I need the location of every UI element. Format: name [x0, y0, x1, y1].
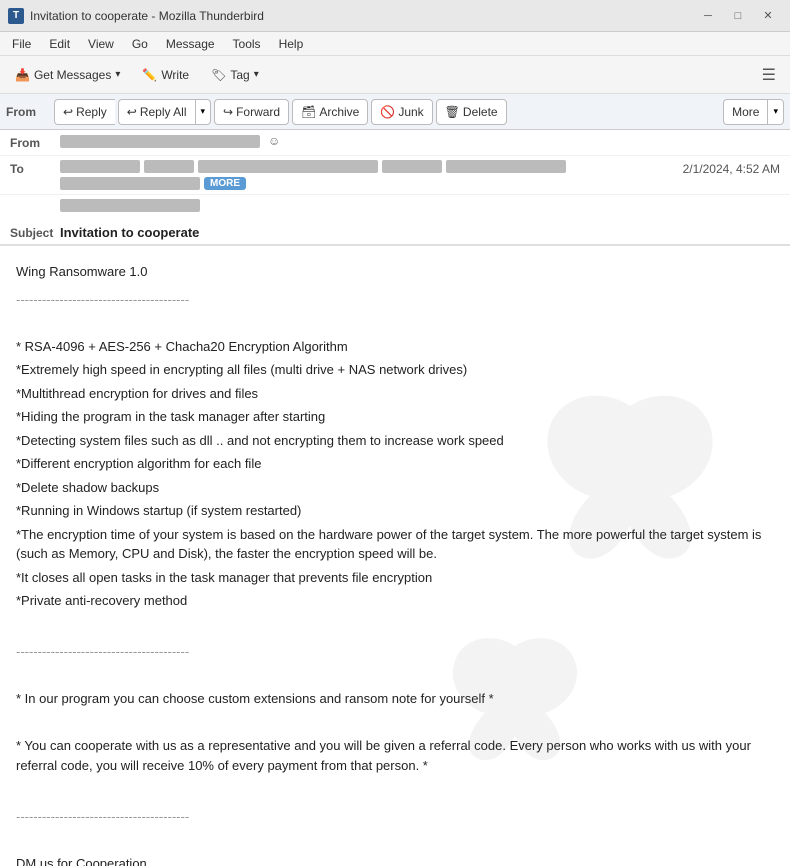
to-field-label: To	[10, 160, 60, 176]
delete-button[interactable]: 🗑 Delete	[436, 99, 507, 125]
to-email-overflow	[60, 199, 200, 212]
email-date: 2/1/2024, 4:52 AM	[683, 160, 780, 176]
main-toolbar: 📥 Get Messages ▾ ✏️ Write 🏷 Tag ▾ ☰	[0, 56, 790, 94]
empty-line-6	[16, 830, 774, 850]
close-button[interactable]: ✕	[754, 5, 782, 27]
more-chevron-icon: ▾	[773, 106, 778, 117]
contact-icon[interactable]: ☺	[268, 134, 280, 148]
feature-3: *Hiding the program in the task manager …	[16, 407, 774, 427]
empty-line-4	[16, 713, 774, 733]
from-value: ☺	[60, 134, 780, 148]
menu-go[interactable]: Go	[124, 35, 156, 53]
feature-9: *It closes all open tasks in the task ma…	[16, 568, 774, 588]
more-button[interactable]: More	[723, 99, 767, 125]
write-icon: ✏️	[142, 68, 157, 82]
menu-view[interactable]: View	[80, 35, 122, 53]
divider-2: ----------------------------------------	[16, 642, 774, 662]
tag-button[interactable]: 🏷 Tag ▾	[202, 61, 268, 89]
tag-icon: 🏷	[211, 68, 226, 82]
divider-1: ----------------------------------------	[16, 290, 774, 310]
titlebar: T Invitation to cooperate - Mozilla Thun…	[0, 0, 790, 32]
maximize-button[interactable]: □	[724, 5, 752, 27]
reply-all-dropdown[interactable]: ▾	[195, 99, 212, 125]
titlebar-left: T Invitation to cooperate - Mozilla Thun…	[8, 8, 264, 24]
menu-message[interactable]: Message	[158, 35, 223, 53]
hamburger-menu-button[interactable]: ☰	[754, 61, 784, 89]
chevron-down-icon: ▾	[201, 106, 206, 117]
feature-10: *Private anti-recovery method	[16, 591, 774, 611]
to-overflow-row	[0, 195, 790, 221]
reply-button[interactable]: ↩ Reply	[54, 99, 115, 125]
feature-1: *Extremely high speed in encrypting all …	[16, 360, 774, 380]
subject-value: Invitation to cooperate	[60, 225, 199, 240]
from-email-blurred	[60, 135, 260, 148]
write-button[interactable]: ✏️ Write	[133, 61, 198, 89]
window-controls: ─ □ ✕	[694, 5, 782, 27]
window-title: Invitation to cooperate - Mozilla Thunde…	[30, 9, 264, 23]
from-label: From	[6, 105, 51, 119]
note-2: * You can cooperate with us as a represe…	[16, 736, 774, 775]
email-header: From ☺ To MORE 2/1/2024, 4:52 AM Subject…	[0, 130, 790, 246]
reply-all-button[interactable]: ↩ Reply All	[118, 99, 195, 125]
get-messages-button[interactable]: 📥 Get Messages ▾	[6, 61, 129, 89]
to-email-6	[60, 177, 200, 190]
forward-button[interactable]: ↪ Forward	[214, 99, 289, 125]
feature-6: *Delete shadow backups	[16, 478, 774, 498]
archive-button[interactable]: 🗃 Archive	[292, 99, 368, 125]
menu-tools[interactable]: Tools	[225, 35, 269, 53]
to-email-2	[144, 160, 194, 173]
app-icon: T	[8, 8, 24, 24]
more-recipients-badge[interactable]: MORE	[204, 177, 246, 190]
forward-icon: ↪	[223, 105, 233, 119]
to-email-4	[382, 160, 442, 173]
reply-all-button-group: ↩ Reply All ▾	[118, 99, 211, 125]
menu-edit[interactable]: Edit	[41, 35, 78, 53]
feature-7: *Running in Windows startup (if system r…	[16, 501, 774, 521]
menu-file[interactable]: File	[4, 35, 39, 53]
message-toolbar: From ↩ Reply ↩ Reply All ▾ ↪ Forward 🗃 A…	[0, 94, 790, 130]
feature-4: *Detecting system files such as dll .. a…	[16, 431, 774, 451]
to-email-3	[198, 160, 378, 173]
junk-button[interactable]: 🚫 Junk	[371, 99, 432, 125]
delete-icon: 🗑	[445, 105, 460, 119]
empty-line-5	[16, 779, 774, 799]
to-row: To MORE 2/1/2024, 4:52 AM	[0, 156, 790, 195]
from-field-label: From	[10, 134, 60, 150]
empty-line-1	[16, 313, 774, 333]
feature-2: *Multithread encryption for drives and f…	[16, 384, 774, 404]
menu-help[interactable]: Help	[271, 35, 312, 53]
menubar: File Edit View Go Message Tools Help	[0, 32, 790, 56]
reply-all-icon: ↩	[127, 105, 137, 119]
empty-line-2	[16, 615, 774, 635]
email-title: Wing Ransomware 1.0	[16, 262, 774, 282]
note-1: * In our program you can choose custom e…	[16, 689, 774, 709]
archive-icon: 🗃	[301, 105, 316, 119]
dm-text: DM us for Cooperation	[16, 854, 774, 866]
to-email-1	[60, 160, 140, 173]
subject-label: Subject	[10, 226, 60, 240]
empty-line-3	[16, 666, 774, 686]
minimize-button[interactable]: ─	[694, 5, 722, 27]
from-row: From ☺	[0, 130, 790, 156]
feature-5: *Different encryption algorithm for each…	[16, 454, 774, 474]
feature-0: * RSA-4096 + AES-256 + Chacha20 Encrypti…	[16, 337, 774, 357]
junk-icon: 🚫	[380, 105, 395, 119]
more-button-group: More ▾	[723, 99, 784, 125]
divider-3: ----------------------------------------	[16, 807, 774, 827]
subject-row: Subject Invitation to cooperate	[0, 221, 790, 245]
to-value: MORE	[60, 160, 683, 190]
feature-8: *The encryption time of your system is b…	[16, 525, 774, 564]
to-email-5	[446, 160, 566, 173]
get-messages-icon: 📥	[15, 68, 30, 82]
reply-icon: ↩	[63, 105, 73, 119]
more-dropdown[interactable]: ▾	[767, 99, 784, 125]
reply-button-group: ↩ Reply	[54, 99, 115, 125]
email-body: Wing Ransomware 1.0 --------------------…	[0, 246, 790, 866]
